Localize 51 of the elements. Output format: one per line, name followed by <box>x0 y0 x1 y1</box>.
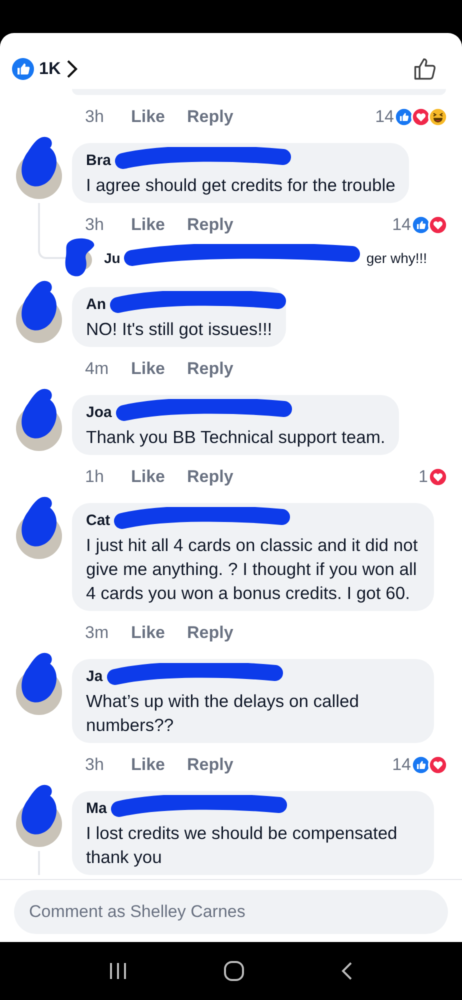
thumbs-up-icon[interactable] <box>412 56 438 82</box>
commenter-name[interactable]: Ja <box>86 668 103 685</box>
back-icon[interactable] <box>340 961 354 981</box>
comment-time: 3h <box>85 106 105 128</box>
commenter-name[interactable]: Ju <box>104 250 120 266</box>
commenter-name[interactable]: Cat <box>86 512 110 529</box>
like-link[interactable]: Like <box>131 104 166 130</box>
reply-text: ger why!!! <box>366 248 428 268</box>
reactions-link[interactable]: 1K <box>12 56 78 82</box>
comment-text: What’s up with the delays on called numbers?? <box>86 690 360 737</box>
reply-link[interactable]: Reply <box>187 464 234 490</box>
reaction-count: 14 <box>392 214 411 236</box>
like-icon <box>12 58 34 80</box>
comment-time: 3h <box>85 754 105 776</box>
chevron-right-icon <box>66 59 78 79</box>
comment-time: 3m <box>85 622 110 644</box>
redacted-avatar[interactable] <box>16 279 64 343</box>
comment-text: I just hit all 4 cards on classic and it did not give me anything. ? I thought if you won all 4 cards you won a bonus credits. I got 60. <box>86 534 419 605</box>
reaction-count: 1 <box>418 466 428 488</box>
reaction-count: 14 <box>392 754 411 776</box>
home-icon[interactable] <box>222 960 245 982</box>
redacted-avatar[interactable] <box>16 783 64 847</box>
comment-time: 3h <box>85 214 105 236</box>
recent-apps-icon[interactable] <box>108 962 128 980</box>
comment-text: Thank you BB Technical support team. <box>86 426 386 449</box>
redacted-avatar[interactable] <box>16 387 64 451</box>
like-link[interactable]: Like <box>131 464 166 490</box>
reply-link[interactable]: Reply <box>187 356 234 382</box>
reply-link[interactable]: Reply <box>187 752 234 778</box>
comment-text: I agree should get credits for the trouble <box>86 174 396 197</box>
like-link[interactable]: Like <box>131 356 166 382</box>
redacted-avatar[interactable] <box>16 495 64 559</box>
reaction-count: 14 <box>375 106 394 128</box>
like-link[interactable]: Like <box>131 752 166 778</box>
redacted-avatar[interactable] <box>16 135 64 199</box>
comment-field[interactable]: Comment as Shelley Carnes <box>14 890 448 934</box>
commenter-name[interactable]: Ma <box>86 800 107 817</box>
commenter-name[interactable]: An <box>86 296 106 313</box>
reply-link[interactable]: Reply <box>187 620 234 646</box>
reply-link[interactable]: Reply <box>187 212 234 238</box>
comment-time: 4m <box>85 358 110 380</box>
commenter-name[interactable]: Bra <box>86 152 112 169</box>
like-link[interactable]: Like <box>131 620 166 646</box>
comment-text: NO! It's still got issues!!! <box>86 318 272 341</box>
commenter-name[interactable]: Joa <box>86 404 112 421</box>
reply-link[interactable]: Reply <box>187 104 234 130</box>
like-count: 1K <box>39 58 61 80</box>
like-link[interactable]: Like <box>131 212 166 238</box>
comment-time: 1h <box>85 466 105 488</box>
comment-text: I lost credits we should be compensated thank you <box>86 822 398 869</box>
redacted-avatar[interactable] <box>16 651 64 715</box>
